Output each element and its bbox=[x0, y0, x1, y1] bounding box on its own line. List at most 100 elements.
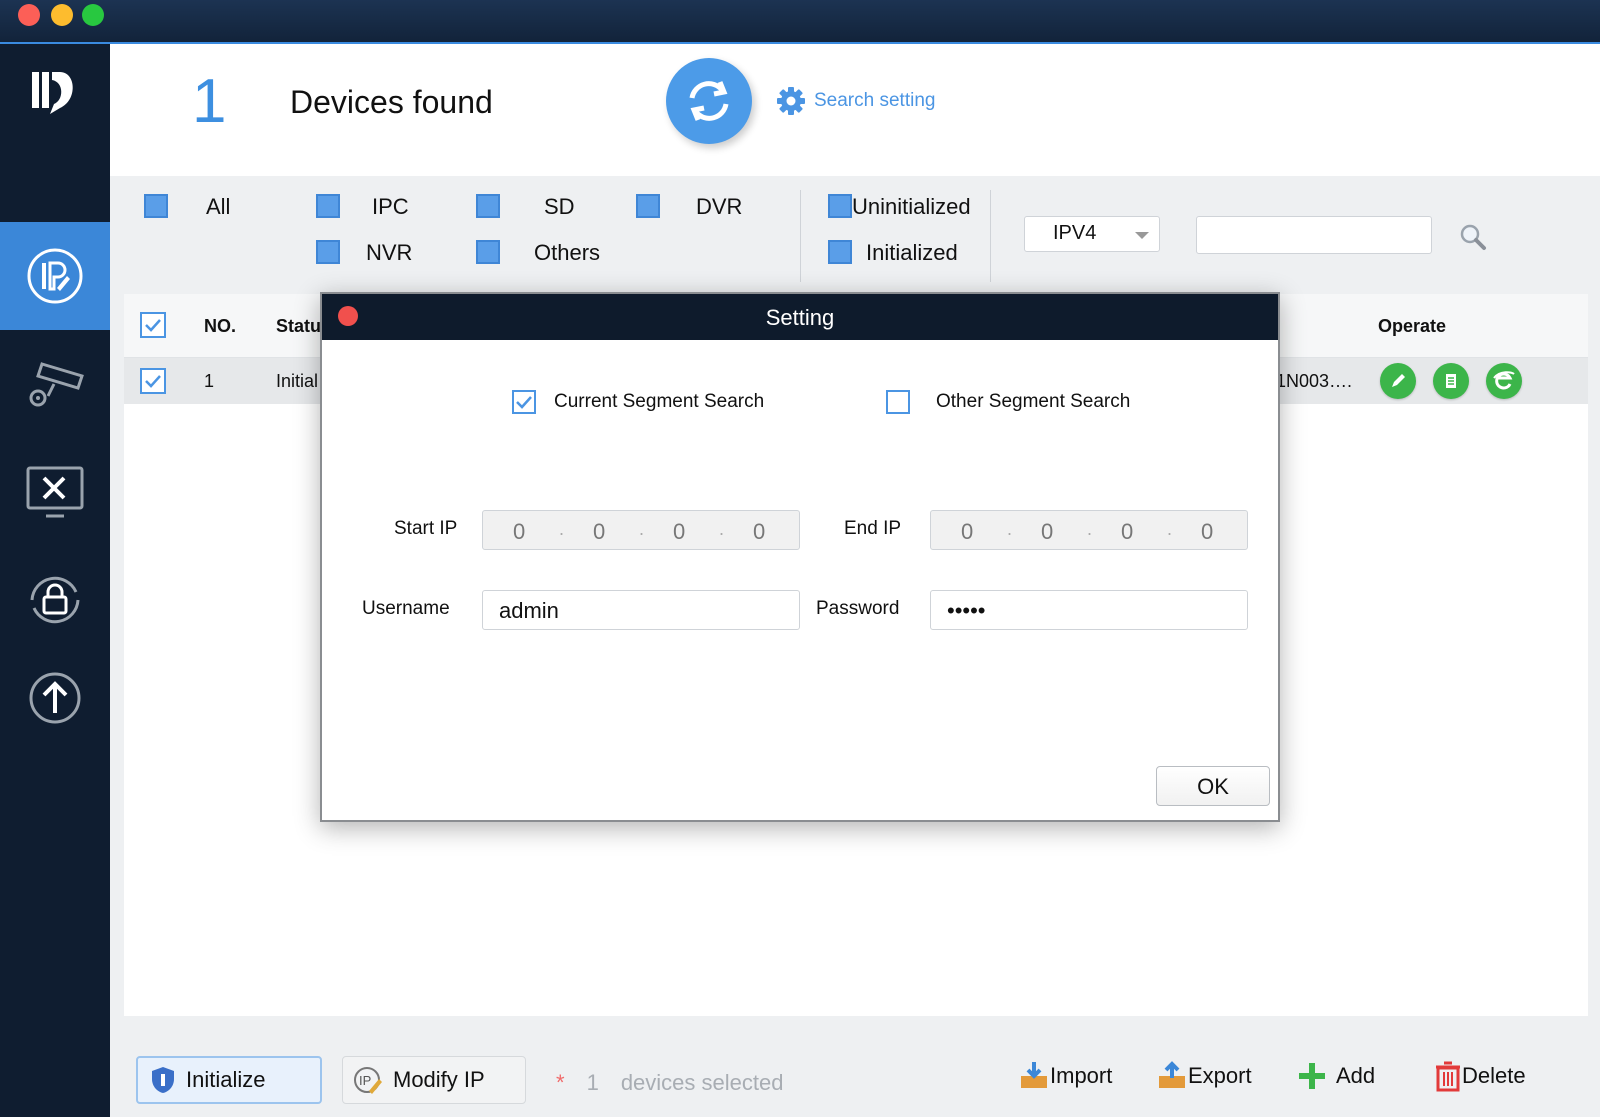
username-label: Username bbox=[362, 598, 450, 619]
checkmark-icon bbox=[516, 396, 532, 409]
filter-bar: All IPC NVR SD Others DVR Uninitialized … bbox=[110, 176, 1600, 294]
checkmark-icon bbox=[145, 319, 161, 332]
export-button[interactable]: Export bbox=[1156, 1060, 1252, 1092]
import-button[interactable]: Import bbox=[1018, 1060, 1112, 1092]
filter-uninitialized-checkbox[interactable] bbox=[828, 194, 852, 218]
refresh-search-button[interactable] bbox=[666, 58, 752, 144]
filter-nvr-checkbox[interactable] bbox=[316, 240, 340, 264]
filter-nvr-label: NVR bbox=[366, 240, 413, 265]
filter-sd-checkbox[interactable] bbox=[476, 194, 500, 218]
search-input[interactable] bbox=[1196, 216, 1432, 254]
sidebar-item-upgrade[interactable] bbox=[0, 644, 110, 752]
ip-dot: . bbox=[1087, 519, 1093, 539]
app-logo bbox=[28, 66, 83, 126]
end-ip-octet: 0 bbox=[1041, 519, 1054, 544]
ip-version-value: IPV4 bbox=[1053, 222, 1097, 244]
device-count: 1 bbox=[192, 67, 227, 136]
end-ip-input[interactable]: 0 . 0 . 0 . 0 bbox=[930, 510, 1248, 550]
trash-icon bbox=[1436, 1061, 1460, 1092]
plus-icon bbox=[1299, 1063, 1325, 1089]
refresh-icon bbox=[689, 81, 729, 121]
row-no: 1 bbox=[204, 371, 215, 391]
minimize-window-button[interactable] bbox=[51, 4, 73, 26]
filter-ipc-label: IPC bbox=[372, 194, 409, 219]
web-browser-button[interactable] bbox=[1486, 363, 1522, 399]
filter-initialized-checkbox[interactable] bbox=[828, 240, 852, 264]
gear-icon bbox=[777, 87, 805, 115]
export-label: Export bbox=[1188, 1063, 1252, 1088]
start-ip-octet: 0 bbox=[753, 519, 766, 544]
start-ip-input[interactable]: 0 . 0 . 0 . 0 bbox=[482, 510, 800, 550]
other-segment-label: Other Segment Search bbox=[936, 391, 1131, 412]
end-ip-octet: 0 bbox=[961, 519, 974, 544]
ok-button[interactable]: OK bbox=[1156, 766, 1270, 806]
selected-label: devices selected bbox=[620, 1070, 784, 1095]
edit-button[interactable] bbox=[1380, 363, 1416, 399]
row-checkbox[interactable] bbox=[140, 368, 166, 394]
zoom-window-button[interactable] bbox=[82, 4, 104, 26]
start-ip-octet: 0 bbox=[673, 519, 686, 544]
column-no: NO. bbox=[204, 316, 237, 336]
search-setting-label: Search setting bbox=[814, 90, 936, 111]
checkmark-icon bbox=[145, 375, 161, 388]
sidebar-item-ip-config[interactable] bbox=[0, 222, 110, 330]
required-star: * bbox=[556, 1070, 565, 1095]
selection-status: * 1 devices selected bbox=[556, 1070, 783, 1096]
sidebar-item-camera-settings[interactable] bbox=[0, 330, 110, 438]
sidebar bbox=[0, 44, 110, 1117]
ip-dot: . bbox=[1007, 519, 1013, 539]
sidebar-item-password-reset[interactable] bbox=[0, 546, 110, 654]
search-setting-link[interactable]: Search setting bbox=[776, 86, 935, 116]
ip-dot: . bbox=[559, 519, 565, 539]
username-input[interactable]: admin bbox=[482, 590, 800, 630]
dialog-title: Setting bbox=[765, 305, 835, 330]
filter-initialized-label: Initialized bbox=[866, 240, 958, 265]
filter-others-checkbox[interactable] bbox=[476, 240, 500, 264]
document-icon bbox=[1446, 374, 1456, 388]
column-status: Statu bbox=[276, 316, 321, 336]
other-segment-checkbox[interactable] bbox=[886, 390, 910, 414]
initialize-button[interactable]: Initialize bbox=[136, 1056, 322, 1104]
search-icon[interactable] bbox=[1458, 222, 1488, 257]
details-button[interactable] bbox=[1433, 363, 1469, 399]
import-label: Import bbox=[1050, 1063, 1113, 1088]
setting-dialog: Setting Current Segment Search Other Seg… bbox=[320, 292, 1280, 822]
lock-refresh-icon bbox=[30, 576, 80, 624]
ip-dot: . bbox=[639, 519, 645, 539]
filter-divider bbox=[800, 190, 801, 282]
start-ip-label: Start IP bbox=[394, 518, 458, 539]
start-ip-octet: 0 bbox=[513, 519, 526, 544]
delete-button[interactable]: Delete bbox=[1434, 1060, 1526, 1092]
ip-edit-icon: IP bbox=[354, 1067, 382, 1094]
filter-sd-label: SD bbox=[544, 194, 575, 219]
modify-ip-label: Modify IP bbox=[393, 1067, 485, 1092]
sidebar-item-tools[interactable] bbox=[0, 438, 110, 546]
filter-all-label: All bbox=[206, 194, 231, 219]
row-status: Initial bbox=[276, 371, 319, 391]
filter-ipc-checkbox[interactable] bbox=[316, 194, 340, 218]
filter-divider-2 bbox=[990, 190, 991, 282]
export-icon bbox=[1159, 1061, 1185, 1088]
filter-dvr-checkbox[interactable] bbox=[636, 194, 660, 218]
password-label: Password bbox=[816, 598, 900, 619]
current-segment-checkbox[interactable] bbox=[512, 390, 536, 414]
select-all-checkbox[interactable] bbox=[140, 312, 166, 338]
close-window-button[interactable] bbox=[18, 4, 40, 26]
pencil-icon bbox=[1392, 374, 1405, 387]
svg-text:IP: IP bbox=[359, 1073, 371, 1088]
filter-all-checkbox[interactable] bbox=[144, 194, 168, 218]
end-ip-octet: 0 bbox=[1201, 519, 1214, 544]
add-button[interactable]: Add bbox=[1296, 1060, 1375, 1092]
dialog-title-bar: Setting bbox=[322, 294, 1278, 340]
column-operate: Operate bbox=[1378, 316, 1447, 336]
header: 1 Devices found Search setting bbox=[110, 44, 1600, 176]
filter-dvr-label: DVR bbox=[696, 194, 743, 219]
delete-label: Delete bbox=[1462, 1063, 1526, 1088]
ip-icon bbox=[27, 248, 83, 304]
password-input[interactable]: ••••• bbox=[930, 590, 1248, 630]
browser-e-icon bbox=[1493, 371, 1515, 390]
ip-version-select[interactable]: IPV4 bbox=[1024, 216, 1160, 252]
shield-icon bbox=[152, 1067, 174, 1093]
title-bar bbox=[0, 0, 1600, 44]
modify-ip-button[interactable]: IP Modify IP bbox=[342, 1056, 526, 1104]
